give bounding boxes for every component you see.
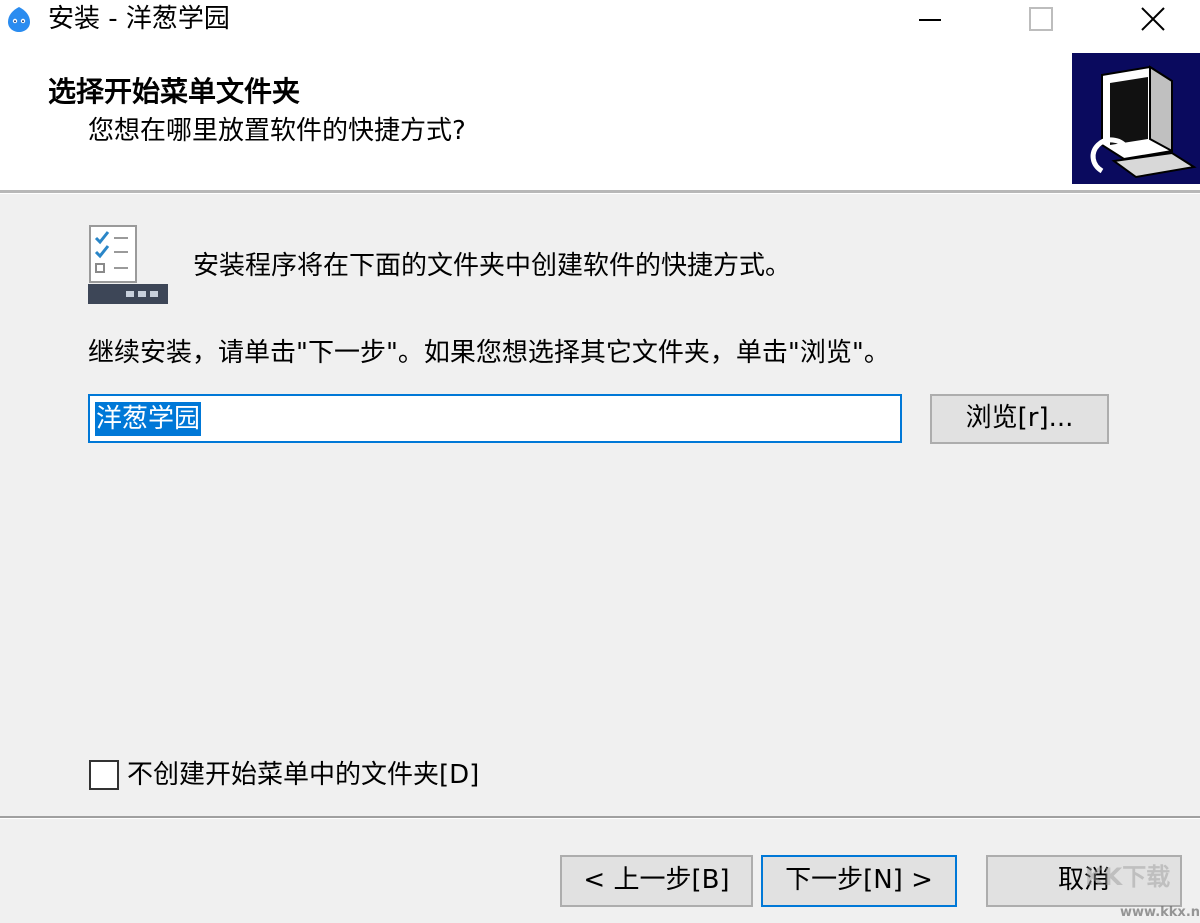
watermark-logo: KK下载 [1085, 863, 1171, 891]
wizard-header: 选择开始菜单文件夹 您想在哪里放置软件的快捷方式? [0, 40, 1200, 190]
maximize-icon [1029, 7, 1053, 31]
back-button[interactable]: < 上一步[B] [560, 855, 753, 907]
watermark-url: www.kkx.net [1120, 905, 1200, 920]
onion-app-icon [4, 4, 34, 34]
no-folder-label[interactable]: 不创建开始菜单中的文件夹[D] [127, 757, 479, 793]
folder-input-value: 洋葱学园 [95, 402, 202, 436]
start-menu-folder-icon [86, 224, 168, 306]
minimize-button[interactable] [895, 0, 965, 40]
computer-setup-icon [1072, 53, 1200, 184]
instruction-text: 继续安装，请单击"下一步"。如果您想选择其它文件夹，单击"浏览"。 [88, 338, 890, 368]
page-subtitle: 您想在哪里放置软件的快捷方式? [88, 116, 466, 146]
no-folder-checkbox[interactable] [89, 760, 119, 790]
close-icon [1141, 7, 1165, 31]
page-title: 选择开始菜单文件夹 [48, 75, 301, 108]
maximize-button[interactable] [1005, 0, 1075, 40]
browse-button[interactable]: 浏览[r]... [930, 394, 1109, 444]
installer-window: 安装 - 洋葱学园 选择开始菜单文件夹 您想在哪里放置软件的快捷方式? 安装程序… [0, 0, 1200, 923]
close-button[interactable] [1118, 0, 1188, 40]
start-menu-folder-input[interactable]: 洋葱学园 [88, 394, 902, 443]
header-separator [0, 190, 1200, 194]
minimize-icon [919, 19, 941, 21]
window-title: 安装 - 洋葱学园 [48, 4, 230, 34]
footer-separator [0, 816, 1200, 819]
next-button[interactable]: 下一步[N] > [761, 855, 957, 907]
title-bar[interactable]: 安装 - 洋葱学园 [0, 0, 1200, 40]
info-text: 安装程序将在下面的文件夹中创建软件的快捷方式。 [193, 251, 792, 281]
